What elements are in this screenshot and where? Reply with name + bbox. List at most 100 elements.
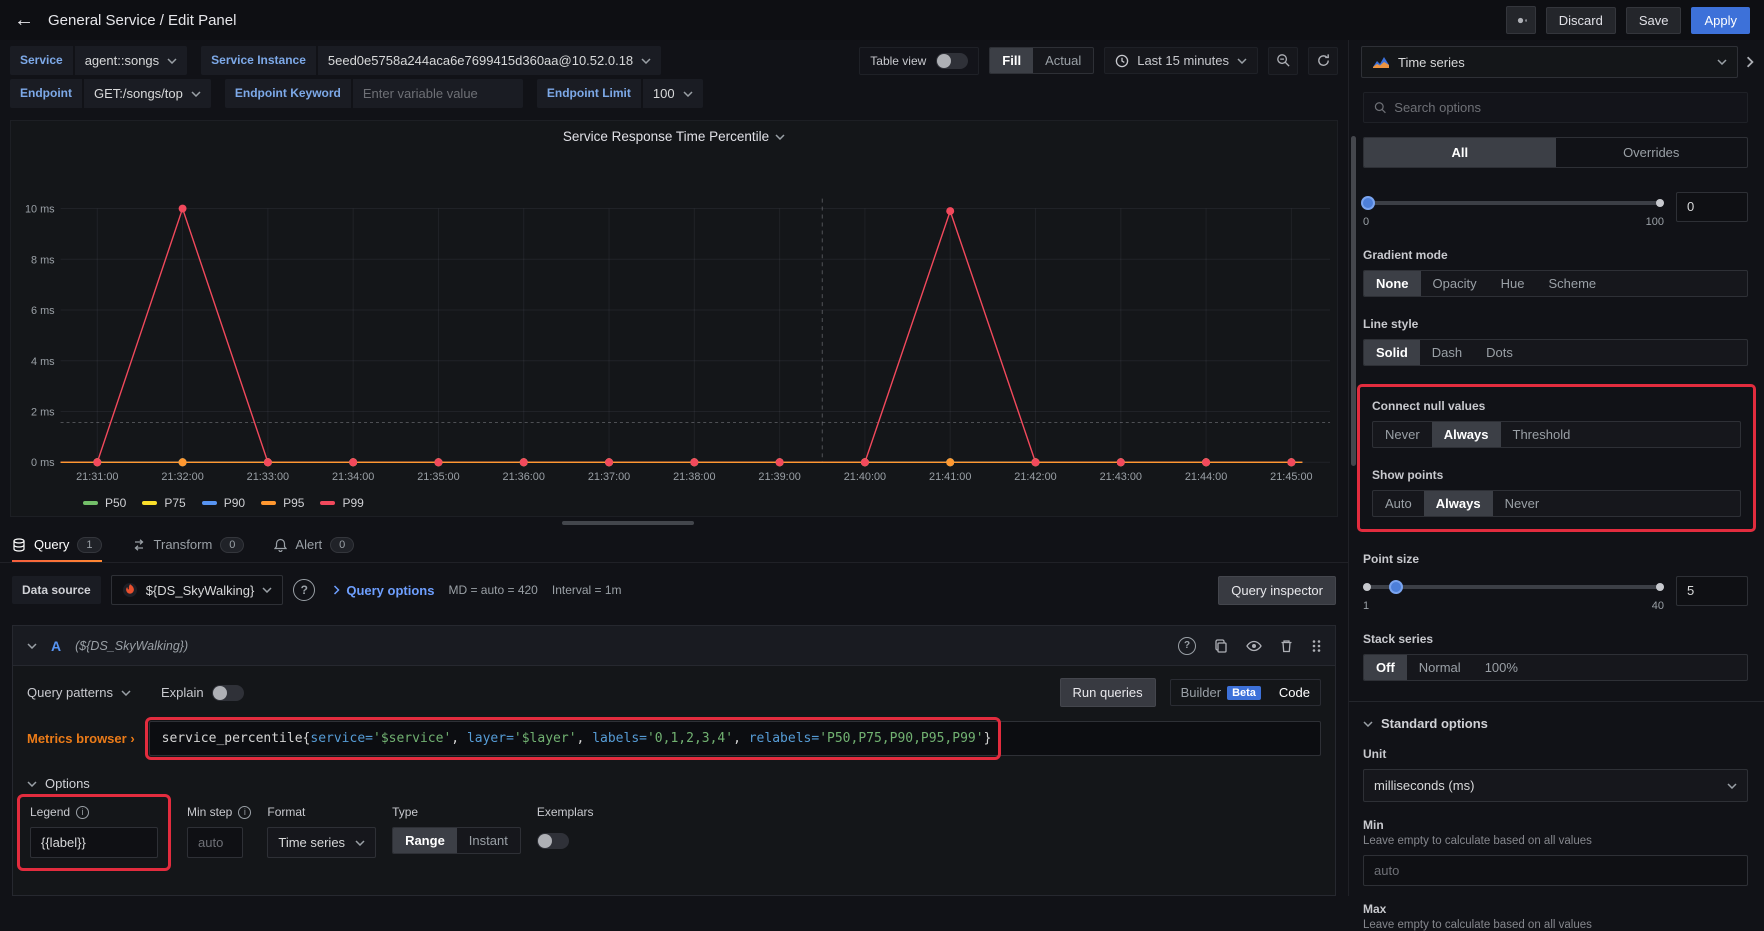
time-range-picker[interactable]: Last 15 minutes	[1104, 47, 1258, 74]
chevron-down-icon	[191, 91, 201, 97]
apply-button[interactable]: Apply	[1691, 7, 1750, 34]
search-options-input[interactable]	[1394, 100, 1737, 115]
scrollbar-thumb[interactable]	[1351, 136, 1356, 466]
visualization-select[interactable]: Time series	[1361, 46, 1738, 78]
option-actual[interactable]: Actual	[1033, 48, 1093, 73]
chevron-down-icon	[27, 781, 37, 787]
query-row-actions: ?	[1178, 637, 1321, 655]
option-hue[interactable]: Hue	[1489, 271, 1537, 296]
point-size-slider[interactable]	[1363, 580, 1664, 594]
duplicate-query-button[interactable]	[1214, 639, 1228, 653]
metrics-browser-button[interactable]: Metrics browser ›	[27, 731, 135, 746]
panel-options-sidebar: Time series AllOverrides	[1348, 40, 1764, 896]
query-row-header[interactable]: A (${DS_SkyWalking}) ?	[13, 626, 1335, 666]
query-toolbar: Query patterns Explain Run queries Build…	[13, 666, 1335, 713]
option-threshold[interactable]: Threshold	[1501, 422, 1583, 447]
legend-item-p90[interactable]: P90	[202, 496, 245, 510]
slider-handle[interactable]	[1361, 196, 1375, 210]
back-arrow-icon[interactable]: ←	[14, 10, 34, 30]
delete-query-button[interactable]	[1280, 639, 1293, 653]
option-auto[interactable]: Auto	[1373, 491, 1424, 516]
slider-track[interactable]	[1363, 585, 1664, 589]
legend-item-p75[interactable]: P75	[142, 496, 185, 510]
tab-transform[interactable]: Transform0	[132, 527, 245, 562]
datasource-help-button[interactable]: ?	[293, 579, 315, 601]
promql-expression-input[interactable]: service_percentile{service='$service', l…	[149, 721, 1321, 756]
option-always[interactable]: Always	[1432, 422, 1501, 447]
query-options-toggle[interactable]: Query options	[333, 583, 434, 598]
format-select[interactable]: Time series	[267, 827, 376, 858]
unit-select[interactable]: milliseconds (ms)	[1363, 769, 1748, 802]
show-points-group: Show points AutoAlwaysNever	[1372, 468, 1741, 517]
hide-query-button[interactable]	[1246, 640, 1262, 652]
chevron-down-icon	[262, 587, 272, 593]
option-opacity[interactable]: Opacity	[1421, 271, 1489, 296]
max-data-points-info: MD = auto = 420	[448, 583, 537, 597]
refresh-button[interactable]	[1308, 47, 1338, 75]
exemplars-toggle[interactable]	[537, 833, 569, 849]
sidebar-scrollbar[interactable]	[1350, 86, 1357, 896]
horizontal-scrollbar[interactable]	[562, 521, 694, 525]
option-dots[interactable]: Dots	[1474, 340, 1525, 365]
endpoint-label: Endpoint	[10, 79, 82, 108]
drag-query-handle[interactable]	[1311, 639, 1321, 653]
datasource-row: Data source ${DS_SkyWalking} ? Query opt…	[0, 563, 1348, 611]
query-help-button[interactable]: ?	[1178, 637, 1196, 655]
zoom-out-button[interactable]	[1268, 47, 1298, 75]
min-step-input[interactable]	[187, 827, 243, 858]
option-solid[interactable]: Solid	[1364, 340, 1420, 365]
slider-handle[interactable]	[1389, 580, 1403, 594]
min-input[interactable]	[1363, 855, 1748, 886]
service-select[interactable]: agent::songs	[75, 46, 187, 75]
tab-query[interactable]: Query1	[12, 527, 102, 562]
panel-settings-button[interactable]	[1506, 6, 1536, 34]
option-never[interactable]: Never	[1373, 422, 1432, 447]
svg-text:21:42:00: 21:42:00	[1014, 471, 1056, 483]
query-inspector-button[interactable]: Query inspector	[1218, 576, 1336, 605]
option-overrides[interactable]: Overrides	[1556, 138, 1748, 167]
option-scheme[interactable]: Scheme	[1536, 271, 1608, 296]
tab-alert[interactable]: Alert0	[274, 527, 354, 562]
point-size-value[interactable]: 5	[1676, 576, 1748, 606]
option-dash[interactable]: Dash	[1420, 340, 1474, 365]
time-series-viz-icon	[1372, 55, 1390, 69]
slider-track[interactable]	[1363, 201, 1664, 205]
fill-opacity-value[interactable]: 0	[1676, 192, 1748, 222]
option-instant[interactable]: Instant	[457, 828, 520, 853]
option-all[interactable]: All	[1364, 138, 1556, 167]
option-fill[interactable]: Fill	[990, 48, 1033, 73]
option-off[interactable]: Off	[1364, 655, 1407, 680]
service-instance-select[interactable]: 5eed0e5758a244aca6e7699415d360aa@10.52.0…	[318, 46, 661, 75]
collapse-options-button[interactable]	[1746, 56, 1754, 68]
legend-item-p95[interactable]: P95	[261, 496, 304, 510]
option-100-[interactable]: 100%	[1473, 655, 1530, 680]
endpoint-keyword-input[interactable]	[363, 86, 513, 101]
run-queries-button[interactable]: Run queries	[1060, 678, 1156, 707]
max-field: Max Leave empty to calculate based on al…	[1363, 902, 1748, 931]
endpoint-select[interactable]: GET:/songs/top	[84, 79, 211, 108]
datasource-select[interactable]: ${DS_SkyWalking}	[111, 575, 284, 605]
code-option[interactable]: Code	[1271, 682, 1318, 703]
legend-item-p50[interactable]: P50	[83, 496, 126, 510]
option-always[interactable]: Always	[1424, 491, 1493, 516]
option-never[interactable]: Never	[1493, 491, 1552, 516]
option-none[interactable]: None	[1364, 271, 1421, 296]
save-button[interactable]: Save	[1626, 7, 1682, 34]
table-view-toggle[interactable]	[936, 53, 968, 69]
endpoint-limit-select[interactable]: 100	[643, 79, 703, 108]
builder-option[interactable]: Builder Beta	[1173, 682, 1269, 703]
option-normal[interactable]: Normal	[1407, 655, 1473, 680]
fill-opacity-slider[interactable]	[1363, 196, 1664, 210]
discard-button[interactable]: Discard	[1546, 7, 1616, 34]
query-patterns-select[interactable]: Query patterns	[27, 685, 131, 700]
explain-toggle[interactable]	[212, 685, 244, 701]
slider-start-dot	[1363, 583, 1371, 591]
svg-text:8 ms: 8 ms	[31, 254, 55, 266]
legend-input[interactable]	[30, 827, 158, 858]
legend-item-p99[interactable]: P99	[320, 496, 363, 510]
chevron-down-icon	[683, 91, 693, 97]
standard-options-toggle[interactable]: Standard options	[1363, 716, 1748, 731]
options-section-toggle[interactable]: Options	[27, 776, 1321, 791]
chart-svg: 0 ms2 ms4 ms6 ms8 ms10 ms21:31:0021:32:0…	[11, 121, 1337, 516]
option-range[interactable]: Range	[393, 828, 457, 853]
